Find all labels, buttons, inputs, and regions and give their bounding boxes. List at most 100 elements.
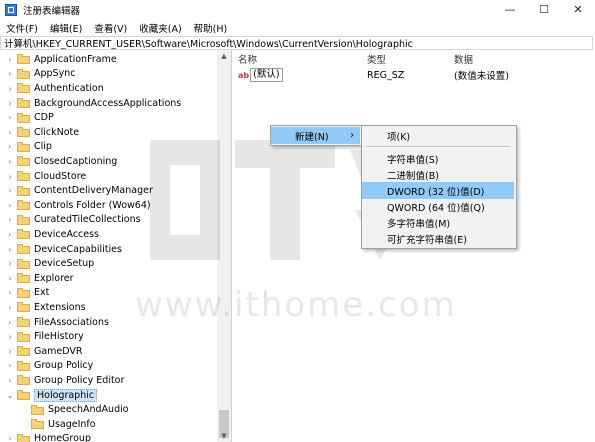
menu-file[interactable]: 文件(F) [0,21,44,35]
expand-icon[interactable]: › [6,55,14,64]
tree-item[interactable]: › Controls Folder (Wow64) [0,198,217,213]
tree-item-label: CuratedTileCollections [34,214,141,226]
tree-scrollbar[interactable]: ▲ ▼ [217,50,231,442]
tree-item-label: ClickNote [34,126,80,138]
submenu-item[interactable]: 项(K) [362,127,514,144]
menu-help[interactable]: 帮助(H) [188,21,234,35]
expand-icon[interactable]: › [6,230,14,239]
expand-icon[interactable]: › [6,128,14,137]
submenu-item[interactable]: 可扩充字符串值(E) [362,230,514,247]
tree-item[interactable]: › CuratedTileCollections [0,213,217,228]
tree-item[interactable]: › ClickNote [0,125,217,140]
menu-favorites[interactable]: 收藏夹(A) [133,21,187,35]
expand-icon[interactable]: › [6,113,14,122]
tree-item-label: DeviceSetup [34,258,95,270]
expand-icon[interactable]: › [6,274,14,283]
tree-item[interactable]: › CloudStore [0,169,217,184]
tree-item-label: AppSync [34,68,76,80]
expand-icon[interactable]: › [6,201,14,210]
value-data: (数值未设置) [454,71,509,82]
expand-icon[interactable]: › [6,142,14,151]
scroll-up-arrow-icon[interactable]: ▲ [217,50,231,62]
maximize-button[interactable]: ☐ [527,0,561,19]
window-title: 注册表编辑器 [23,5,81,17]
folder-icon [17,112,30,123]
expand-icon[interactable]: › [6,157,14,166]
folder-icon [31,404,44,415]
close-button[interactable]: ✕ [561,0,595,19]
column-header-data[interactable]: 数据 [454,50,473,67]
tree-item-label: GameDVR [34,345,83,357]
folder-icon [17,433,30,442]
minimize-button[interactable]: — [493,0,527,19]
menu-bar: 文件(F) 编辑(E) 查看(V) 收藏夹(A) 帮助(H) [0,19,595,36]
expand-icon[interactable]: › [6,288,14,297]
tree-item[interactable]: › Clip [0,140,217,155]
tree-item[interactable]: UsageInfo [0,417,231,432]
expand-icon[interactable]: › [6,361,14,370]
submenu-item[interactable]: QWORD (64 位)值(Q) [362,198,514,215]
tree-item[interactable]: › DeviceSetup [0,256,217,271]
context-menu-new[interactable]: 新建(N) › [271,127,360,144]
value-type: REG_SZ [367,69,405,81]
registry-tree-pane: › ApplicationFrame › AppSync › Authentication… [0,50,232,442]
tree-item-label: DeviceAccess [34,228,100,240]
menu-view[interactable]: 查看(V) [88,21,133,35]
expand-icon[interactable]: › [6,376,14,385]
expand-icon[interactable]: › [6,215,14,224]
tree-item[interactable]: › Authentication [0,81,217,96]
tree-item[interactable]: › Group Policy [0,359,217,374]
tree-item[interactable]: SpeechAndAudio [0,402,231,417]
submenu-item[interactable]: DWORD (32 位)值(D) [362,182,514,199]
tree-item[interactable]: › CDP [0,110,217,125]
tree-item[interactable]: › ContentDeliveryManager [0,183,217,198]
collapse-icon[interactable]: ⌄ [6,391,14,400]
expand-icon[interactable]: › [6,69,14,78]
expand-icon[interactable]: › [6,186,14,195]
tree-item-label: Holographic [34,388,98,402]
expand-icon[interactable]: › [6,259,14,268]
tree-item-label: ApplicationFrame [34,53,117,65]
expand-icon[interactable]: › [6,245,14,254]
tree-item[interactable]: › Explorer [0,271,217,286]
tree-item[interactable]: › AppSync [0,67,217,82]
expand-icon[interactable]: › [6,332,14,341]
expand-icon[interactable]: › [6,99,14,108]
folder-icon [17,360,30,371]
address-path: 计算机\HKEY_CURRENT_USER\Software\Microsoft… [4,39,413,50]
expand-icon[interactable]: › [6,172,14,181]
expand-icon[interactable]: › [6,318,14,327]
tree-item[interactable]: › Group Policy Editor [0,373,217,388]
tree-item[interactable]: › GameDVR [0,344,217,359]
tree-item[interactable]: › ClosedCaptioning [0,154,217,169]
address-bar[interactable]: 计算机\HKEY_CURRENT_USER\Software\Microsoft… [0,36,593,50]
folder-icon [17,375,30,386]
menu-edit[interactable]: 编辑(E) [44,21,88,35]
expand-icon[interactable]: › [6,347,14,356]
folder-icon [17,273,30,284]
folder-icon [17,317,30,328]
value-row[interactable]: ab (默认) REG_SZ (数值未设置) [232,67,595,83]
column-header-name[interactable]: 名称 [238,50,257,67]
tree-item-label: FileHistory [34,331,84,343]
tree-item[interactable]: › DeviceAccess [0,227,217,242]
submenu-item[interactable]: 多字符串值(M) [362,214,514,231]
tree-item[interactable]: › FileHistory [0,329,217,344]
submenu-item[interactable]: 字符串值(S) [362,150,514,167]
tree-item[interactable]: ⌄ Holographic [0,388,217,403]
column-header-type[interactable]: 类型 [367,50,386,67]
tree-item[interactable]: › HomeGroup [0,432,217,442]
tree-item-label: FileAssociations [34,316,109,328]
regedit-app-icon [5,3,17,16]
tree-item[interactable]: › ApplicationFrame [0,52,217,67]
submenu-item[interactable]: 二进制值(B) [362,166,514,183]
expand-icon[interactable]: › [6,434,14,442]
expand-icon[interactable]: › [6,84,14,93]
tree-item[interactable]: › DeviceCapabilities [0,242,217,257]
tree-item[interactable]: › BackgroundAccessApplications [0,96,217,111]
scroll-down-arrow-icon[interactable]: ▼ [217,430,231,442]
watermark-text: www.ithome.com [135,285,457,325]
tree-item-label: Group Policy Editor [34,374,125,386]
expand-icon[interactable]: › [6,303,14,312]
folder-icon [17,200,30,211]
